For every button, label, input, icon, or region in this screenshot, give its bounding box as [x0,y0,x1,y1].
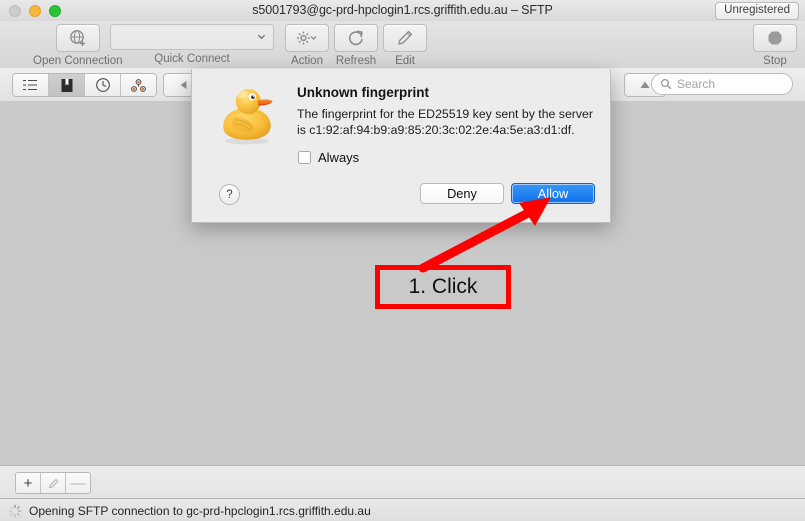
sidebar-item-history-view[interactable] [85,74,121,96]
window-title: s5001793@gc-prd-hpclogin1.rcs.griffith.e… [252,3,553,17]
refresh-button-face [334,24,378,52]
always-checkbox-label: Always [318,150,360,165]
stop-button[interactable]: Stop [753,24,797,67]
action-button-face [285,24,329,52]
unknown-fingerprint-dialog: Unknown fingerprint The fingerprint for … [191,69,611,223]
stop-label: Stop [763,55,787,67]
bookmark-bottom-bar: + — [0,465,805,499]
deny-button[interactable]: Deny [420,183,504,204]
status-text: Opening SFTP connection to gc-prd-hpclog… [29,503,371,518]
action-label: Action [291,55,323,67]
unregistered-button[interactable]: Unregistered [715,2,799,20]
search-input[interactable]: Search [651,73,793,95]
action-button[interactable]: Action [285,24,329,67]
refresh-label: Refresh [335,55,377,67]
loading-spinner-icon [8,504,22,517]
rubber-duck-icon [223,88,273,145]
search-icon [660,78,672,90]
quick-connect-combobox[interactable] [110,24,274,50]
always-checkbox-row[interactable]: Always [298,150,359,165]
pencil-icon [48,478,58,488]
edit-bookmark-button [41,473,66,493]
allow-button[interactable]: Allow [511,183,595,204]
back-triangle-icon [180,81,187,89]
status-bar: Opening SFTP connection to gc-prd-hpclog… [0,498,805,521]
chevron-down-icon [257,34,266,40]
sidebar-item-browser-view[interactable] [49,74,85,96]
edit-button-face [383,24,427,52]
window-titlebar: s5001793@gc-prd-hpclogin1.rcs.griffith.e… [0,0,805,22]
open-connection-button-face [55,24,100,52]
always-checkbox[interactable] [298,151,311,164]
dialog-title: Unknown fingerprint [297,85,429,100]
globe-plus-icon [69,30,85,46]
refresh-button[interactable]: Refresh [334,24,378,67]
remove-bookmark-button: — [66,473,90,493]
sidebar-item-list-view[interactable] [13,74,49,96]
backblaze-cyberduck-window: s5001793@gc-prd-hpclogin1.rcs.griffith.e… [0,0,805,521]
edit-label: Edit [395,55,415,67]
view-mode-segmented-control [12,73,157,97]
gear-icon [297,31,317,45]
clock-icon [95,78,110,92]
bookmark-button-group: + — [15,472,91,494]
list-icon [23,79,37,91]
search-placeholder: Search [677,77,716,91]
stop-octagon-icon [768,31,782,45]
pencil-icon [398,30,413,45]
edit-button[interactable]: Edit [383,24,427,67]
dialog-message: The fingerprint for the ED25519 key sent… [297,107,593,137]
add-bookmark-button[interactable]: + [16,473,41,493]
up-triangle-icon [640,81,650,88]
help-button[interactable]: ? [219,184,240,205]
refresh-icon [348,30,363,46]
sidebar-item-bonjour-view[interactable] [121,74,156,96]
quick-connect-group: Quick Connect [110,24,274,65]
bonjour-icon [131,78,146,92]
stop-button-face [753,24,797,52]
quick-connect-label: Quick Connect [154,53,230,65]
bookmark-icon [61,78,72,92]
main-toolbar: Open Connection Quick Connect Action Ref… [0,21,805,69]
